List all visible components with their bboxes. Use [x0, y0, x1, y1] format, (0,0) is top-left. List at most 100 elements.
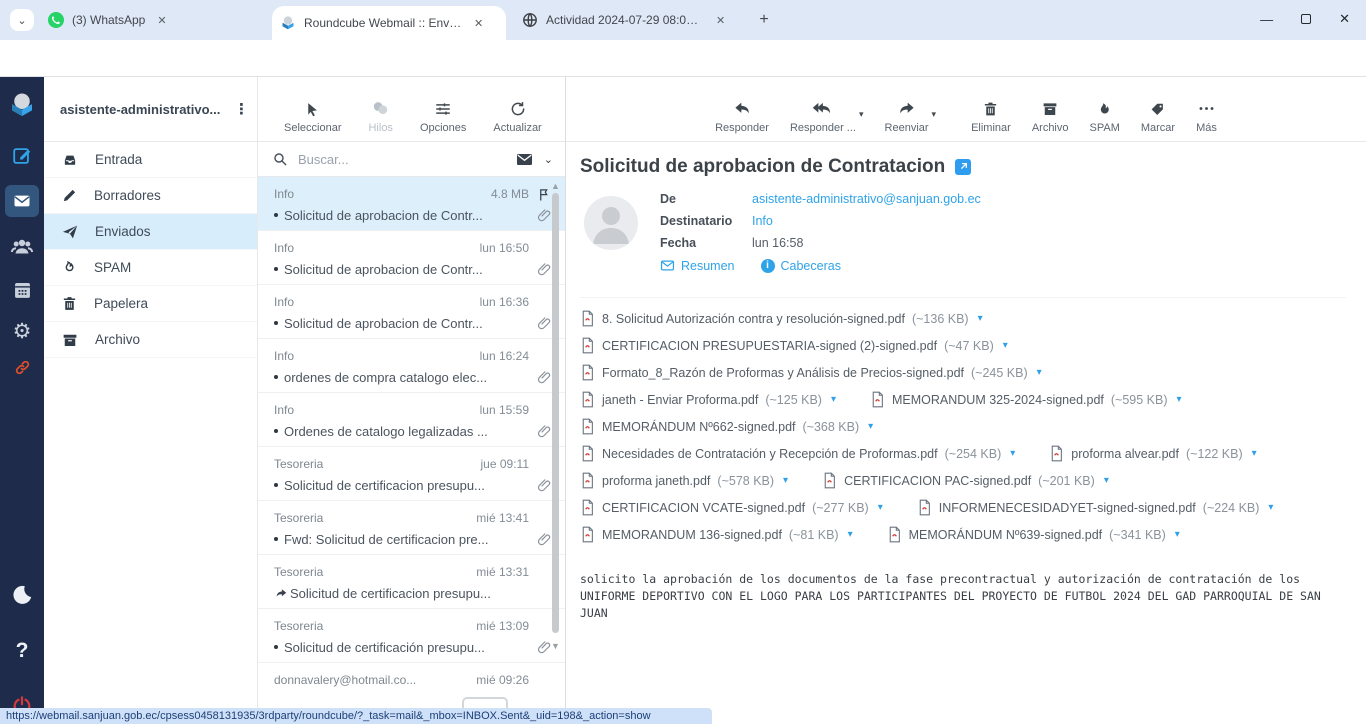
tab-close-icon[interactable]: ✕	[157, 14, 166, 27]
message-row[interactable]: Tesoreriamié 13:31 Solicitud de certific…	[258, 555, 565, 609]
attachment-chip[interactable]: MEMORÁNDUM Nº639-signed.pdf(~341 KB)▾	[887, 526, 1180, 543]
attachment-name[interactable]: proforma alvear.pdf	[1071, 447, 1179, 461]
attachment-menu-caret[interactable]: ▾	[868, 421, 873, 432]
attachment-name[interactable]: MEMORÁNDUM Nº662-signed.pdf	[602, 420, 796, 434]
message-row[interactable]: Infolun 16:36 Solicitud de aprobacion de…	[258, 285, 565, 339]
message-row[interactable]: Info4.8 MB Solicitud de aprobacion de Co…	[258, 177, 565, 231]
minimize-button[interactable]: —	[1260, 12, 1273, 27]
attachment-menu-caret[interactable]: ▾	[1175, 529, 1180, 540]
folder-enviados[interactable]: Enviados	[44, 214, 257, 250]
reply-all-caret[interactable]: ▾	[859, 109, 864, 134]
attachment-chip[interactable]: MEMORANDUM 136-signed.pdf(~81 KB)▾	[580, 526, 853, 543]
attachment-name[interactable]: CERTIFICACION PRESUPUESTARIA-signed (2)-…	[602, 339, 937, 353]
summary-link[interactable]: Resumen	[660, 258, 735, 273]
maximize-button[interactable]	[1301, 14, 1311, 24]
delete-button[interactable]: Eliminar	[971, 100, 1011, 134]
attachment-name[interactable]: CERTIFICACION PAC-signed.pdf	[844, 474, 1031, 488]
reply-all-button[interactable]: Responder ...	[790, 99, 856, 134]
tab-close-icon[interactable]: ✕	[474, 17, 483, 30]
attachment-menu-caret[interactable]: ▾	[1268, 502, 1273, 513]
attachment-name[interactable]: Necesidades de Contratación y Recepción …	[602, 447, 938, 461]
attachment-chip[interactable]: Necesidades de Contratación y Recepción …	[580, 445, 1015, 462]
attachment-name[interactable]: MEMORANDUM 325-2024-signed.pdf	[892, 393, 1104, 407]
attachment-chip[interactable]: CERTIFICACION PAC-signed.pdf(~201 KB)▾	[822, 472, 1109, 489]
compose-icon[interactable]	[0, 145, 44, 167]
mail-nav-active[interactable]	[0, 185, 44, 217]
attachment-chip[interactable]: CERTIFICACION PRESUPUESTARIA-signed (2)-…	[580, 337, 1008, 354]
forward-message-button[interactable]: Reenviar	[885, 99, 929, 134]
link-icon[interactable]	[0, 359, 44, 376]
attachment-menu-caret[interactable]: ▾	[978, 313, 983, 324]
roundcube-logo[interactable]	[0, 91, 44, 121]
attachment-menu-caret[interactable]: ▾	[831, 394, 836, 405]
from-address-link[interactable]: asistente-administrativo@sanjuan.gob.ec	[752, 192, 981, 206]
attachment-menu-caret[interactable]: ▾	[783, 475, 788, 486]
attachment-menu-caret[interactable]: ▾	[1252, 448, 1257, 459]
attachment-chip[interactable]: janeth - Enviar Proforma.pdf(~125 KB)▾	[580, 391, 836, 408]
calendar-icon[interactable]	[0, 279, 44, 300]
attachment-name[interactable]: janeth - Enviar Proforma.pdf	[602, 393, 758, 407]
attachment-menu-caret[interactable]: ▾	[1037, 367, 1042, 378]
attachment-chip[interactable]: INFORMENECESIDADYET-signed-signed.pdf(~2…	[917, 499, 1274, 516]
attachment-menu-caret[interactable]: ▾	[878, 502, 883, 513]
message-row[interactable]: Tesoreriajue 09:11 Solicitud de certific…	[258, 447, 565, 501]
new-tab-button[interactable]: +	[753, 9, 775, 31]
message-row[interactable]: Infolun 16:50 Solicitud de aprobacion de…	[258, 231, 565, 285]
help-icon[interactable]: ?	[0, 639, 44, 663]
attachment-menu-caret[interactable]: ▾	[848, 529, 853, 540]
threads-button[interactable]: Hilos	[368, 99, 392, 134]
attachment-chip[interactable]: CERTIFICACION VCATE-signed.pdf(~277 KB)▾	[580, 499, 883, 516]
settings-gear-icon[interactable]: ⚙	[0, 319, 44, 343]
tab-roundcube-active[interactable]: Roundcube Webmail :: Enviados ✕	[272, 6, 506, 40]
open-in-new-window-icon[interactable]	[955, 159, 971, 175]
archive-button[interactable]: Archivo	[1032, 100, 1069, 134]
account-menu-kebab-icon[interactable]: ⋮	[234, 100, 249, 118]
attachment-chip[interactable]: proforma janeth.pdf(~578 KB)▾	[580, 472, 788, 489]
attachment-name[interactable]: 8. Solicitud Autorización contra y resol…	[602, 312, 905, 326]
attachment-menu-caret[interactable]: ▾	[1003, 340, 1008, 351]
headers-link[interactable]: iCabeceras	[761, 259, 841, 273]
message-row[interactable]: Infolun 16:24 ordenes de compra catalogo…	[258, 339, 565, 393]
folder-spam[interactable]: SPAM	[44, 250, 257, 286]
attachment-menu-caret[interactable]: ▾	[1104, 475, 1109, 486]
folder-archivo[interactable]: Archivo	[44, 322, 257, 358]
tab-search-button[interactable]: ⌄	[10, 9, 34, 31]
attachment-chip[interactable]: Formato_8_Razón de Proformas y Análisis …	[580, 364, 1042, 381]
list-scrollbar-thumb[interactable]	[552, 193, 559, 633]
scope-envelope-icon[interactable]	[515, 150, 534, 169]
search-options-caret[interactable]: ⌄	[544, 153, 553, 166]
more-button[interactable]: Más	[1196, 99, 1217, 134]
attachment-name[interactable]: MEMORANDUM 136-signed.pdf	[602, 528, 782, 542]
tab-whatsapp[interactable]: (3) WhatsApp ✕	[40, 0, 268, 40]
folder-borradores[interactable]: Borradores	[44, 178, 257, 214]
attachment-name[interactable]: Formato_8_Razón de Proformas y Análisis …	[602, 366, 964, 380]
mark-button[interactable]: Marcar	[1141, 100, 1175, 134]
account-header[interactable]: asistente-administrativo... ⋮	[44, 77, 257, 142]
message-row[interactable]: Tesoreriamié 13:09 Solicitud de certific…	[258, 609, 565, 663]
spam-button[interactable]: SPAM	[1090, 100, 1120, 134]
attachment-menu-caret[interactable]: ▾	[1177, 394, 1182, 405]
scrollbar-down-arrow[interactable]: ▼	[551, 641, 560, 651]
refresh-button[interactable]: Actualizar	[493, 100, 541, 134]
tab-actividad[interactable]: Actividad 2024-07-29 08:00:00 ✕	[514, 0, 742, 40]
attachment-name[interactable]: INFORMENECESIDADYET-signed-signed.pdf	[939, 501, 1196, 515]
close-button[interactable]: ✕	[1339, 11, 1350, 27]
folder-entrada[interactable]: Entrada	[44, 142, 257, 178]
attachment-chip[interactable]: 8. Solicitud Autorización contra y resol…	[580, 310, 983, 327]
message-row[interactable]: Infolun 15:59 Ordenes de catalogo legali…	[258, 393, 565, 447]
tab-close-icon[interactable]: ✕	[716, 14, 725, 27]
attachment-chip[interactable]: MEMORÁNDUM Nº662-signed.pdf(~368 KB)▾	[580, 418, 873, 435]
attachment-chip[interactable]: proforma alvear.pdf(~122 KB)▾	[1049, 445, 1256, 462]
forward-caret[interactable]: ▾	[932, 109, 937, 134]
contacts-icon[interactable]	[0, 235, 44, 259]
attachment-name[interactable]: CERTIFICACION VCATE-signed.pdf	[602, 501, 805, 515]
attachment-name[interactable]: MEMORÁNDUM Nº639-signed.pdf	[909, 528, 1103, 542]
message-row[interactable]: Tesoreriamié 13:41 Fwd: Solicitud de cer…	[258, 501, 565, 555]
folder-papelera[interactable]: Papelera	[44, 286, 257, 322]
search-bar[interactable]: ⌄	[258, 142, 565, 177]
dark-mode-moon-icon[interactable]	[0, 583, 44, 607]
scrollbar-up-arrow[interactable]: ▲	[551, 181, 560, 191]
reply-button[interactable]: Responder	[715, 99, 769, 134]
attachment-menu-caret[interactable]: ▾	[1010, 448, 1015, 459]
select-button[interactable]: Seleccionar	[284, 101, 341, 134]
